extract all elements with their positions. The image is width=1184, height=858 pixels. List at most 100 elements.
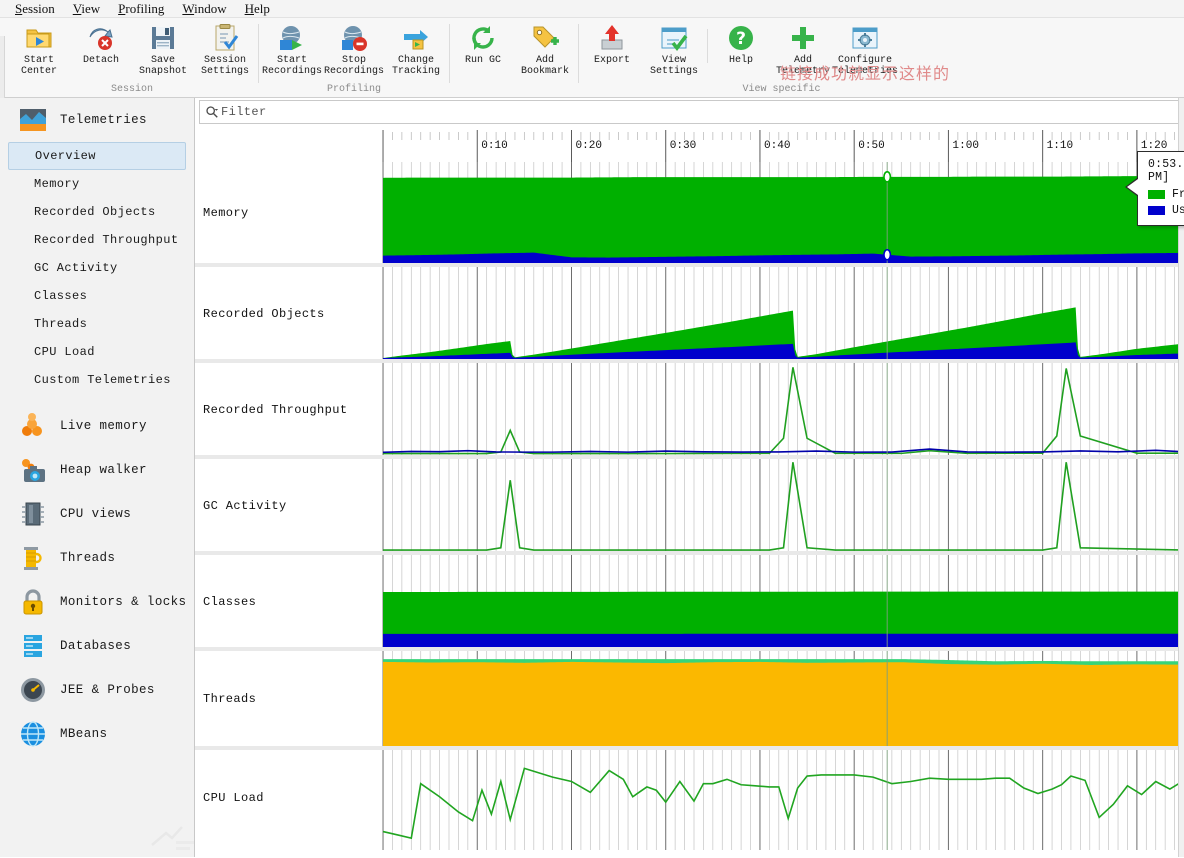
help-button[interactable]: ? Help	[710, 23, 772, 66]
plot-recorded-throughput[interactable]	[379, 363, 1184, 455]
add-bookmark-label: Add Bookmark	[520, 55, 569, 77]
sidebar-label-gc-activity: GC Activity	[34, 261, 118, 275]
add-bookmark-button[interactable]: Add Bookmark	[514, 23, 576, 77]
add-bookmark-icon	[530, 23, 560, 53]
start-center-icon	[24, 23, 54, 53]
panel-recorded-objects: Recorded Objects 9,000,000 0	[195, 267, 1184, 363]
filter-input[interactable]: Filter	[221, 105, 267, 119]
panel-cpu-load: CPU Load 90 % 0 %	[195, 750, 1184, 850]
svg-text:0:30: 0:30	[670, 140, 697, 152]
stop-recordings-icon	[339, 23, 369, 53]
heap-walker-icon	[18, 455, 48, 485]
panel-label-cpu-load: CPU Load	[203, 791, 264, 805]
sidebar-item-threads-telemetry[interactable]: Threads	[8, 310, 186, 338]
sidebar-label-jee-probes: JEE & Probes	[60, 683, 155, 697]
session-settings-icon	[210, 23, 240, 53]
menu-view[interactable]: View	[64, 0, 109, 18]
sidebar-item-classes[interactable]: Classes	[8, 282, 186, 310]
save-snapshot-button[interactable]: Save Snapshot	[132, 23, 194, 77]
sidebar-item-jee-probes[interactable]: JEE & Probes	[0, 668, 194, 712]
sidebar-label-monitors-locks: Monitors & locks	[60, 595, 187, 609]
toolbar: Start Center Detach Save Snapshot Sessio…	[0, 18, 1184, 116]
view-settings-icon	[659, 23, 689, 53]
svg-text:0:40: 0:40	[764, 140, 791, 152]
sidebar-item-overview[interactable]: Overview	[8, 142, 186, 170]
menu-session[interactable]: SSessionession	[6, 0, 64, 18]
sidebar-item-cpu-views[interactable]: CPU views	[0, 492, 194, 536]
sidebar-item-gc-activity[interactable]: GC Activity	[8, 254, 186, 282]
threads-icon	[18, 543, 48, 573]
plot-gc-activity[interactable]	[379, 459, 1184, 551]
change-tracking-button[interactable]: Change Tracking	[385, 23, 447, 77]
sidebar-item-recorded-objects[interactable]: Recorded Objects	[8, 198, 186, 226]
start-recordings-label: Start Recordings	[262, 55, 323, 77]
plot-recorded-objects[interactable]	[379, 267, 1184, 359]
search-icon[interactable]	[205, 105, 219, 119]
sidebar-item-databases[interactable]: Databases	[0, 624, 194, 668]
plot-memory[interactable]	[379, 162, 1184, 263]
plot-classes[interactable]	[379, 555, 1184, 647]
stop-recordings-button[interactable]: Stop Recordings	[323, 23, 385, 77]
menu-help[interactable]: Help	[236, 0, 279, 18]
sidebar-label-heap-walker: Heap walker	[60, 463, 147, 477]
sidebar-item-telemetries[interactable]: Telemetries	[0, 98, 194, 142]
run-gc-button[interactable]: Run GC	[452, 23, 514, 66]
toolbar-caption-view-specific: View specific	[742, 84, 821, 95]
plot-cpu-load[interactable]	[379, 750, 1184, 850]
tooltip-swatch-used	[1148, 206, 1165, 215]
sidebar-label-cpu-load: CPU Load	[34, 345, 95, 359]
stop-recordings-label: Stop Recordings	[324, 55, 385, 77]
sidebar-label-threads: Threads	[60, 551, 116, 565]
sidebar-item-live-memory[interactable]: Live memory	[0, 404, 194, 448]
run-gc-icon	[468, 23, 498, 53]
toolbar-caption-profiling: Profiling	[326, 84, 381, 95]
sidebar-item-cpu-load[interactable]: CPU Load	[8, 338, 186, 366]
start-center-button[interactable]: Start Center	[8, 23, 70, 77]
view-settings-label: View Settings	[649, 55, 698, 77]
view-settings-button[interactable]: View Settings	[643, 23, 705, 77]
plot-threads[interactable]	[379, 651, 1184, 746]
export-label: Export	[593, 55, 630, 66]
sidebar-label-mbeans: MBeans	[60, 727, 108, 741]
toolbar-separator-2	[449, 24, 450, 83]
detach-button[interactable]: Detach	[70, 23, 132, 66]
menu-profiling[interactable]: Profiling	[109, 0, 173, 18]
sidebar-item-monitors-locks[interactable]: Monitors & locks	[0, 580, 194, 624]
toolbar-caption-session: Session	[110, 84, 153, 95]
save-snapshot-label: Save Snapshot	[138, 55, 187, 77]
detach-label: Detach	[82, 55, 119, 66]
sidebar-label-databases: Databases	[60, 639, 132, 653]
panel-recorded-throughput: Recorded Throughput 8,000,000 0	[195, 363, 1184, 459]
tooltip-swatch-free	[1148, 190, 1165, 199]
toolbar-separator-1	[258, 24, 259, 83]
live-memory-icon	[18, 411, 48, 441]
add-telemetry-icon	[788, 23, 818, 53]
menu-window[interactable]: Window	[173, 0, 235, 18]
sidebar-item-mbeans[interactable]: MBeans	[0, 712, 194, 756]
panel-threads: Threads 300 0	[195, 651, 1184, 750]
tooltip-pointer	[1127, 179, 1138, 195]
tooltip-timestamp: 0:53.5 [Aug 18, 2017 7:01:16 PM]	[1148, 158, 1184, 184]
jee-probes-icon	[18, 675, 48, 705]
tooltip-label-used: Used size:	[1172, 204, 1184, 217]
sidebar-watermark	[150, 823, 194, 853]
session-settings-button[interactable]: Session Settings	[194, 23, 256, 77]
start-recordings-button[interactable]: Start Recordings	[261, 23, 323, 77]
sidebar-item-heap-walker[interactable]: Heap walker	[0, 448, 194, 492]
sidebar-item-memory[interactable]: Memory	[8, 170, 186, 198]
sidebar-item-threads[interactable]: Threads	[0, 536, 194, 580]
sidebar-label-live-memory: Live memory	[60, 419, 147, 433]
menubar: SSessionession View Profiling Window Hel…	[0, 0, 1184, 18]
svg-text:1:00: 1:00	[952, 140, 979, 152]
export-button[interactable]: Export	[581, 23, 643, 66]
main-body: Telemetries Overview Memory Recorded Obj…	[0, 98, 1184, 857]
cpu-views-icon	[18, 499, 48, 529]
toolbar-group-gc: Run GC Add Bookmark	[452, 18, 576, 97]
tooltip-label-free: Free size:	[1172, 188, 1184, 201]
change-tracking-label: Change Tracking	[391, 55, 440, 77]
sidebar-item-custom-telemetries[interactable]: Custom Telemetries	[8, 366, 186, 394]
filter-bar[interactable]: Filter	[199, 100, 1182, 124]
start-recordings-icon	[277, 23, 307, 53]
telemetry-charts: 0:10 0:20 0:30 0:40 0:50 1:00 1:10 1:20 Memory …	[195, 126, 1184, 857]
sidebar-item-recorded-throughput[interactable]: Recorded Throughput	[8, 226, 186, 254]
